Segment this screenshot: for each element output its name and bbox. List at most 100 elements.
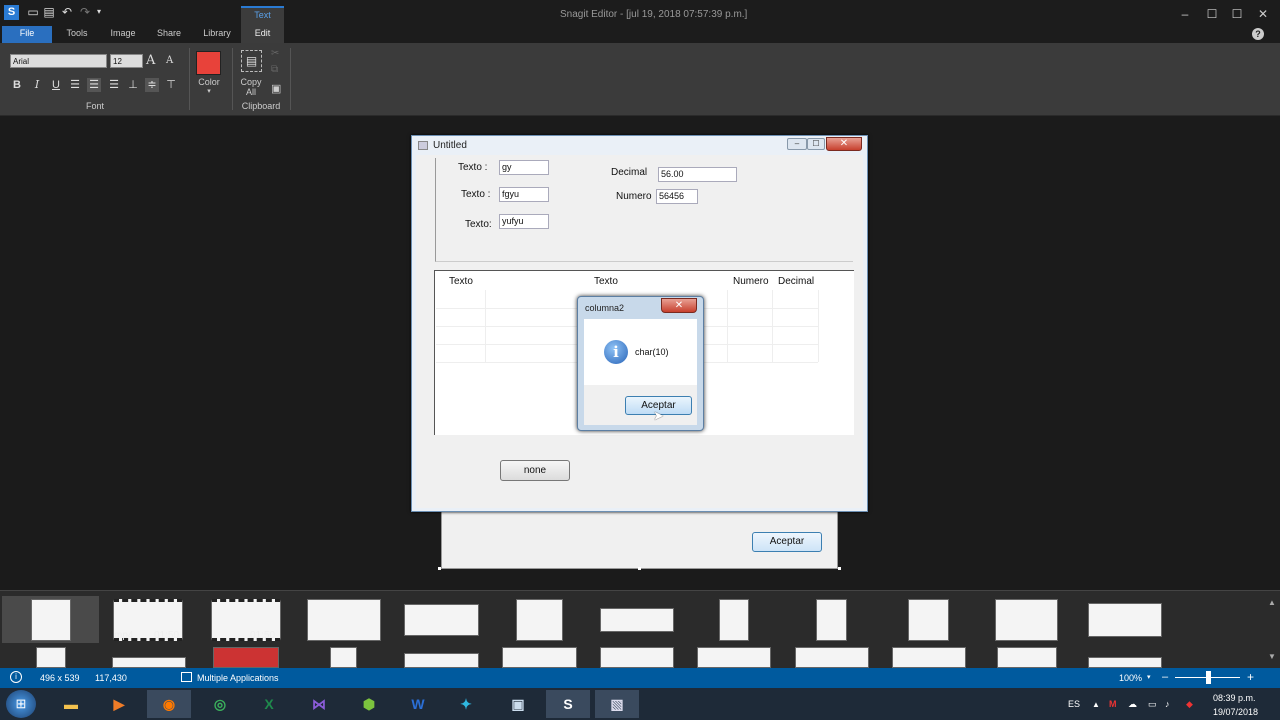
bold-button[interactable]: B xyxy=(10,78,24,92)
filmstrip-thumb[interactable] xyxy=(600,608,674,632)
color-swatch[interactable] xyxy=(196,51,221,75)
copy-all-label-2[interactable]: All xyxy=(236,87,266,97)
help-icon[interactable]: ? xyxy=(1252,28,1264,40)
table-header-texto-2[interactable]: Texto xyxy=(594,276,618,287)
word-icon[interactable]: W xyxy=(396,690,440,718)
align-right-icon[interactable]: ☰ xyxy=(107,78,121,92)
filmstrip-thumb[interactable] xyxy=(330,647,357,668)
chevron-down-icon[interactable]: ▾ xyxy=(192,87,226,95)
tray-expand-icon[interactable]: ▲ xyxy=(1092,700,1100,709)
language-indicator[interactable]: ES xyxy=(1068,699,1080,709)
underline-button[interactable]: U xyxy=(49,78,63,92)
filmstrip-thumb[interactable] xyxy=(1088,603,1162,637)
tab-edit[interactable]: Edit xyxy=(241,26,284,43)
copy-icon[interactable]: ⧉ xyxy=(271,64,283,76)
zoom-level[interactable]: 100% xyxy=(1119,673,1142,683)
filmstrip-thumb[interactable] xyxy=(307,599,381,641)
table-header-decimal[interactable]: Decimal xyxy=(778,276,814,287)
tray-volume-icon[interactable]: ♪ xyxy=(1165,699,1170,709)
color-label[interactable]: Color xyxy=(192,77,226,87)
filmstrip-thumb[interactable] xyxy=(795,647,869,668)
tab-share[interactable]: Share xyxy=(152,26,186,43)
terminal-icon[interactable]: ▣ xyxy=(496,690,540,718)
filmstrip-thumb[interactable] xyxy=(36,647,66,668)
filmstrip-thumb[interactable] xyxy=(995,599,1058,641)
captured-minimize-button[interactable]: – xyxy=(787,138,807,150)
undo-icon[interactable]: ↶ xyxy=(60,5,74,19)
align-bottom-icon[interactable]: ⊥ xyxy=(126,78,140,92)
tab-file[interactable]: File xyxy=(2,26,52,43)
filmstrip-thumb[interactable] xyxy=(697,647,771,668)
filmstrip-thumb[interactable] xyxy=(404,604,479,636)
scroll-down-icon[interactable]: ▼ xyxy=(1268,652,1276,664)
dialog-close-button[interactable]: ✕ xyxy=(661,298,697,313)
font-size-select[interactable]: 12 xyxy=(110,54,143,68)
android-studio-icon[interactable]: ⬢ xyxy=(347,690,391,718)
captured-maximize-button[interactable]: ☐ xyxy=(807,138,825,150)
snagit-logo[interactable]: S xyxy=(4,5,19,20)
file-explorer-icon[interactable]: ▬ xyxy=(49,690,93,718)
start-button[interactable]: ⊞ xyxy=(6,690,36,718)
restore-button[interactable]: ☐ xyxy=(1201,6,1223,22)
none-button[interactable]: none xyxy=(500,460,570,481)
zoom-out-icon[interactable]: – xyxy=(1162,671,1168,683)
font-name-select[interactable]: Arial xyxy=(10,54,107,68)
aceptar-button-background[interactable]: Aceptar xyxy=(752,532,822,552)
filmstrip-thumb[interactable] xyxy=(213,647,279,668)
folder-open-icon[interactable]: ▭ xyxy=(26,5,40,19)
align-center-icon[interactable]: ☰ xyxy=(87,78,101,92)
numero-input[interactable]: 56456 xyxy=(656,189,698,204)
filmstrip-thumb[interactable] xyxy=(31,599,71,641)
texto-input-1[interactable]: gy xyxy=(499,160,549,175)
filmstrip-thumb[interactable] xyxy=(908,599,949,641)
filmstrip-thumb[interactable] xyxy=(1088,657,1162,668)
shrink-font-icon[interactable]: A xyxy=(166,55,178,69)
tab-context-text[interactable]: Text xyxy=(241,6,284,26)
snagit-editor-icon[interactable]: ▧ xyxy=(595,690,639,718)
dropdown-icon[interactable]: ▾ xyxy=(92,5,106,19)
tray-antivirus-icon[interactable]: M xyxy=(1109,699,1117,709)
filmstrip-thumb[interactable] xyxy=(997,647,1057,668)
chevron-down-icon[interactable]: ▾ xyxy=(1147,673,1151,681)
table-header-texto-1[interactable]: Texto xyxy=(449,276,473,287)
tray-app-icon[interactable]: ◆ xyxy=(1186,699,1193,710)
tab-library[interactable]: Library xyxy=(196,26,238,43)
table-header-numero[interactable]: Numero xyxy=(733,276,769,287)
app-runner-icon[interactable]: ✦ xyxy=(444,690,488,718)
info-icon[interactable]: i xyxy=(10,671,22,683)
copy-all-label[interactable]: Copy xyxy=(236,77,266,87)
filmstrip-thumb[interactable] xyxy=(112,657,186,668)
cut-icon[interactable]: ✂ xyxy=(271,48,283,60)
italic-button[interactable]: I xyxy=(30,78,44,92)
redo-icon[interactable]: ↷ xyxy=(78,5,92,19)
excel-icon[interactable]: X xyxy=(247,690,291,718)
zoom-slider-thumb[interactable] xyxy=(1206,671,1211,684)
captured-close-button[interactable]: ✕ xyxy=(826,137,862,151)
texto-input-3[interactable]: yufyu xyxy=(499,214,549,229)
chrome-icon[interactable]: ◎ xyxy=(198,690,242,718)
filmstrip-thumb[interactable] xyxy=(502,647,577,668)
media-player-icon[interactable]: ▶ xyxy=(97,690,141,718)
zoom-in-icon[interactable]: + xyxy=(1247,670,1254,684)
filmstrip-thumb[interactable] xyxy=(404,653,479,668)
tab-tools[interactable]: Tools xyxy=(60,26,94,43)
firefox-icon[interactable]: ◉ xyxy=(147,690,191,718)
filmstrip-thumb[interactable] xyxy=(719,599,749,641)
copy-all-icon[interactable]: ▤ xyxy=(241,50,262,72)
filmstrip-thumb[interactable] xyxy=(516,599,563,641)
snagit-icon[interactable]: S xyxy=(546,690,590,718)
maximize-button[interactable]: ☐ xyxy=(1226,6,1248,22)
selection-handle[interactable] xyxy=(838,567,841,570)
texto-input-2[interactable]: fgyu xyxy=(499,187,549,202)
filmstrip-thumb[interactable] xyxy=(600,647,674,668)
save-icon[interactable]: ▤ xyxy=(42,5,56,19)
clock-time[interactable]: 08:39 p.m. xyxy=(1213,693,1256,703)
align-top-icon[interactable]: ⊤ xyxy=(164,78,178,92)
filmstrip-thumb[interactable] xyxy=(816,599,847,641)
tray-cloud-icon[interactable]: ☁ xyxy=(1128,699,1137,710)
selection-handle[interactable] xyxy=(638,567,641,570)
close-button[interactable]: ✕ xyxy=(1252,6,1274,22)
decimal-input[interactable]: 56.00 xyxy=(658,167,737,182)
align-middle-icon[interactable]: ≑ xyxy=(145,78,159,92)
grow-font-icon[interactable]: A xyxy=(146,53,160,69)
